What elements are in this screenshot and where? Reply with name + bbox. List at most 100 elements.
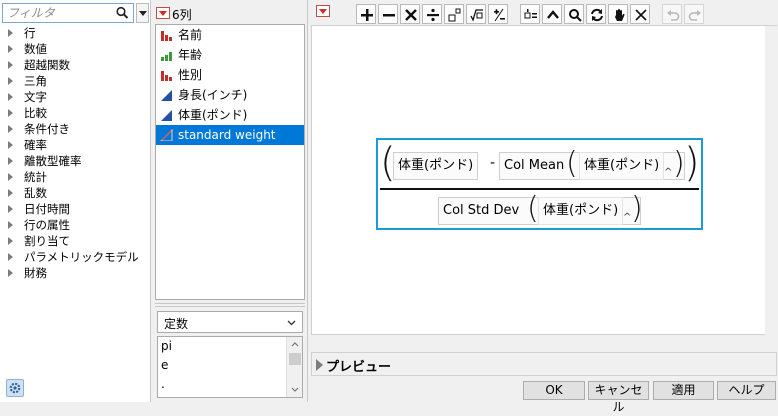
column-item-selected[interactable]: standard weight xyxy=(156,125,304,145)
column-item[interactable]: 性別 xyxy=(156,65,304,85)
minus-operator[interactable]: - xyxy=(490,155,495,171)
delete-button[interactable] xyxy=(630,4,650,24)
cancel-button[interactable]: キャンセル xyxy=(588,381,649,414)
constant-item[interactable]: . xyxy=(158,375,302,394)
power-button[interactable] xyxy=(444,4,464,24)
column-item[interactable]: 年齢 xyxy=(156,45,304,65)
column-item[interactable]: 体重(ポンド) xyxy=(156,105,304,125)
drag-button[interactable] xyxy=(608,4,628,24)
divide-icon xyxy=(427,8,439,22)
formula-term-weight[interactable]: 体重(ポンド) xyxy=(579,152,665,180)
caret-up-icon xyxy=(547,10,559,19)
expand-triangle-icon[interactable] xyxy=(8,93,13,101)
expand-triangle-icon[interactable] xyxy=(316,359,323,371)
formula-menu-button[interactable] xyxy=(316,5,330,17)
column-item[interactable]: 名前 xyxy=(156,25,304,45)
category-label: 比較 xyxy=(24,106,47,120)
search-icon[interactable] xyxy=(115,6,131,20)
select-parent-button[interactable] xyxy=(542,4,562,24)
local-variable-button[interactable] xyxy=(564,4,584,24)
expand-triangle-icon[interactable] xyxy=(8,189,13,197)
expand-triangle-icon[interactable] xyxy=(8,237,13,245)
expand-triangle-icon[interactable] xyxy=(8,45,13,53)
root-button[interactable] xyxy=(466,4,486,24)
help-button[interactable]: ヘルプ xyxy=(717,381,776,400)
assign-button[interactable] xyxy=(520,4,540,24)
expand-triangle-icon[interactable] xyxy=(8,61,13,69)
formula-expression[interactable]: ( 体重(ポンド) - Col Mean ( 体重(ポンド) ^ ) ) Col… xyxy=(376,138,703,230)
add-button[interactable] xyxy=(356,4,376,24)
category-item-assignment[interactable]: 割り当て xyxy=(0,233,150,249)
expand-triangle-icon[interactable] xyxy=(8,253,13,261)
category-item-probability[interactable]: 確率 xyxy=(0,137,150,153)
scroll-up-icon[interactable] xyxy=(291,341,299,347)
preview-panel[interactable]: プレビュー xyxy=(311,352,777,376)
column-menu-button[interactable] xyxy=(156,7,170,19)
expand-triangle-icon[interactable] xyxy=(8,205,13,213)
expand-triangle-icon[interactable] xyxy=(8,109,13,117)
close-icon xyxy=(635,9,647,21)
ok-button[interactable]: OK xyxy=(523,381,585,400)
expand-triangle-icon[interactable] xyxy=(8,173,13,181)
expand-triangle-icon[interactable] xyxy=(8,157,13,165)
scroll-down-icon[interactable] xyxy=(291,387,299,393)
undo-icon xyxy=(667,10,680,21)
category-item-finance[interactable]: 財務 xyxy=(0,265,150,281)
expand-triangle-icon[interactable] xyxy=(8,77,13,85)
category-label: 文字 xyxy=(24,90,47,104)
close-paren: ) xyxy=(673,146,685,181)
expand-triangle-icon[interactable] xyxy=(8,141,13,149)
constant-item[interactable]: pi xyxy=(158,337,302,356)
category-item-row-state[interactable]: 行の属性 xyxy=(0,217,150,233)
swap-button[interactable] xyxy=(586,4,606,24)
constants-list: pi e . xyxy=(157,336,303,398)
category-item-statistical[interactable]: 統計 xyxy=(0,169,150,185)
category-label: 乱数 xyxy=(24,186,47,200)
expand-triangle-icon[interactable] xyxy=(8,269,13,277)
category-label: 行の属性 xyxy=(24,218,70,232)
category-item-row[interactable]: 行 xyxy=(0,25,150,41)
expand-triangle-icon[interactable] xyxy=(8,125,13,133)
filter-dropdown-button[interactable] xyxy=(136,3,149,23)
caret-icon: ^ xyxy=(664,167,673,178)
horizontal-scrollbar[interactable] xyxy=(311,336,777,348)
close-paren: ) xyxy=(631,191,643,226)
expand-triangle-icon[interactable] xyxy=(8,221,13,229)
category-item-comparison[interactable]: 比較 xyxy=(0,105,150,121)
redo-button[interactable] xyxy=(684,4,704,24)
category-item-date-time[interactable]: 日付時間 xyxy=(0,201,150,217)
apply-button[interactable]: 適用 xyxy=(653,381,714,400)
scroll-thumb[interactable] xyxy=(289,353,301,365)
multiply-button[interactable] xyxy=(400,4,420,24)
column-item[interactable]: 身長(インチ) xyxy=(156,85,304,105)
category-label: 超越関数 xyxy=(24,58,70,72)
plus-icon xyxy=(361,9,373,21)
constant-item[interactable]: e xyxy=(158,356,302,375)
formula-term-weight[interactable]: 体重(ポンド) xyxy=(538,197,624,225)
category-item-random[interactable]: 乱数 xyxy=(0,185,150,201)
column-list: 名前 年齢 性別 身長(インチ) 体重(ポンド) standard weight xyxy=(155,24,305,300)
category-item-parametric-model[interactable]: パラメトリックモデル xyxy=(0,249,150,265)
subtract-button[interactable] xyxy=(378,4,398,24)
column-label: 体重(ポンド) xyxy=(178,108,248,122)
column-label: standard weight xyxy=(178,128,276,142)
sign-change-button[interactable] xyxy=(488,4,508,24)
undo-button[interactable] xyxy=(662,4,682,24)
settings-button[interactable] xyxy=(6,379,24,397)
category-item-character[interactable]: 文字 xyxy=(0,89,150,105)
divide-button[interactable] xyxy=(422,4,442,24)
category-item-transcendental[interactable]: 超越関数 xyxy=(0,57,150,73)
category-item-discrete-probability[interactable]: 離散型確率 xyxy=(0,153,150,169)
function-name: Col Mean xyxy=(504,158,565,173)
formula-term-weight[interactable]: 体重(ポンド) xyxy=(393,152,479,180)
category-item-trigonometric[interactable]: 三角 xyxy=(0,73,150,89)
constants-dropdown[interactable]: 定数 xyxy=(157,311,303,333)
category-item-numeric[interactable]: 数値 xyxy=(0,41,150,57)
constants-scrollbar[interactable] xyxy=(286,337,302,397)
nominal-bar-icon xyxy=(161,71,172,81)
expand-triangle-icon[interactable] xyxy=(8,29,13,37)
vertical-scrollbar[interactable] xyxy=(765,26,777,336)
category-item-conditional[interactable]: 条件付き xyxy=(0,121,150,137)
panel-splitter[interactable] xyxy=(155,303,305,307)
formula-triangle-icon xyxy=(160,129,173,141)
